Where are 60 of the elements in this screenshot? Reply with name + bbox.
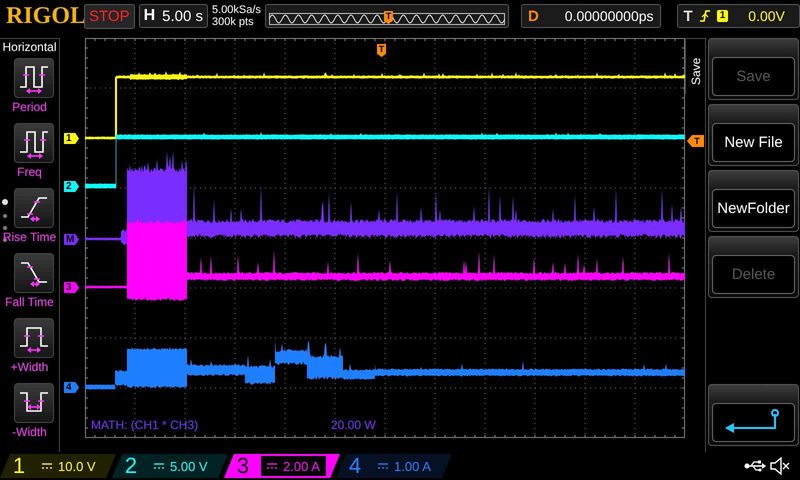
usb-icon [744, 460, 766, 472]
measure-label: +Width [10, 360, 48, 374]
delay-box[interactable]: D 0.00000000ps [520, 4, 661, 28]
channel-tab[interactable]: 4 1.00 A [336, 454, 452, 478]
trigger-source: 1 [716, 10, 728, 22]
channel-tab[interactable]: 2 5.00 V [112, 454, 228, 478]
timebase-label: H [144, 7, 156, 25]
rising-edge-icon [698, 9, 711, 23]
channel-marker[interactable]: 1 [64, 133, 79, 144]
measure-button[interactable] [14, 318, 54, 358]
channel-scale: 2.00 A [283, 458, 320, 474]
channel-marker[interactable]: 3 [64, 282, 79, 293]
speaker-muted-icon [770, 457, 790, 475]
menu-tab-label: Save [688, 56, 702, 85]
channel-number: 3 [236, 453, 250, 479]
channel-marker[interactable]: 4 [64, 382, 79, 393]
menu-title: Horizontal [2, 40, 57, 54]
channel-number: 4 [348, 453, 362, 479]
menu-tab[interactable]: Save [685, 38, 705, 94]
memory-depth: 300k pts [212, 16, 255, 28]
channel-number: 1 [12, 453, 26, 479]
measure-button[interactable] [14, 253, 54, 293]
channel-marker[interactable]: 2 [64, 181, 79, 192]
trigger-label: T [684, 8, 693, 24]
trigger-box[interactable]: T 1 0.00V [676, 4, 800, 28]
timebase-box[interactable]: H 5.00 s [138, 4, 208, 28]
menu-button[interactable]: NewFolder [708, 170, 799, 232]
channel-marker[interactable]: M [64, 234, 79, 245]
menu-button[interactable]: New File [708, 104, 799, 166]
delay-value: 0.00000000ps [564, 8, 654, 24]
channel-tab[interactable]: 3 2.00 A [224, 454, 340, 478]
dc-coupling-icon [154, 463, 164, 469]
trigger-position-marker: T [384, 11, 393, 24]
sample-rate: 5.00kSa/s [212, 4, 261, 16]
channel-tab[interactable]: 1 10.0 V [0, 454, 116, 478]
channel-scale: 1.00 A [394, 458, 431, 474]
measure-button[interactable] [14, 188, 54, 228]
channel-number: 2 [124, 453, 138, 479]
timebase-value: 5.00 s [162, 8, 204, 24]
measure-label: Period [12, 100, 47, 114]
measure-label: Freq [17, 165, 42, 179]
measure-button[interactable] [14, 123, 54, 163]
measure-button[interactable] [14, 383, 54, 423]
delay-label: D [528, 8, 539, 24]
channel-scale: 5.00 V [170, 458, 208, 474]
math-expression: MATH: (CH1 * CH3) [91, 418, 198, 432]
back-button[interactable] [708, 384, 799, 446]
measure-button[interactable] [14, 58, 54, 98]
math-scale: 20.00 W [331, 418, 376, 432]
trigger-level-marker: T [687, 135, 704, 147]
measure-label: Rise Time [2, 230, 56, 244]
measure-label: Fall Time [5, 295, 54, 309]
trigger-level: 0.00V [748, 8, 785, 24]
channel-scale: 10.0 V [58, 458, 96, 474]
measure-label: -Width [12, 425, 47, 439]
run-stop-button[interactable]: STOP [84, 4, 135, 28]
dc-coupling-icon [378, 463, 388, 469]
dc-coupling-icon [267, 463, 277, 469]
dc-coupling-icon [42, 463, 52, 469]
trigger-time-marker: T [377, 44, 386, 57]
